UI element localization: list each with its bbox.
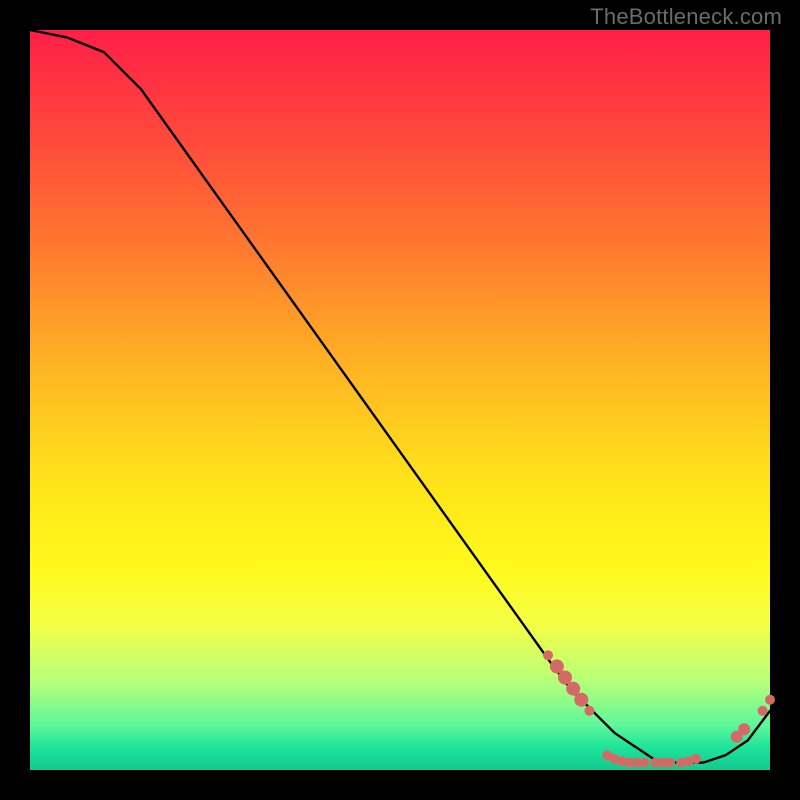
data-marker <box>758 706 768 716</box>
data-marker <box>738 723 750 735</box>
data-marker <box>665 758 675 768</box>
data-marker <box>584 706 594 716</box>
data-marker <box>639 758 649 768</box>
data-marker <box>691 754 701 764</box>
data-marker <box>574 693 588 707</box>
bottleneck-curve <box>30 30 770 763</box>
chart-frame: TheBottleneck.com <box>0 0 800 800</box>
watermark-text: TheBottleneck.com <box>590 4 782 30</box>
plot-svg <box>30 30 770 770</box>
data-markers <box>543 650 775 767</box>
plot-area <box>30 30 770 770</box>
data-marker <box>765 695 775 705</box>
data-marker <box>543 650 553 660</box>
